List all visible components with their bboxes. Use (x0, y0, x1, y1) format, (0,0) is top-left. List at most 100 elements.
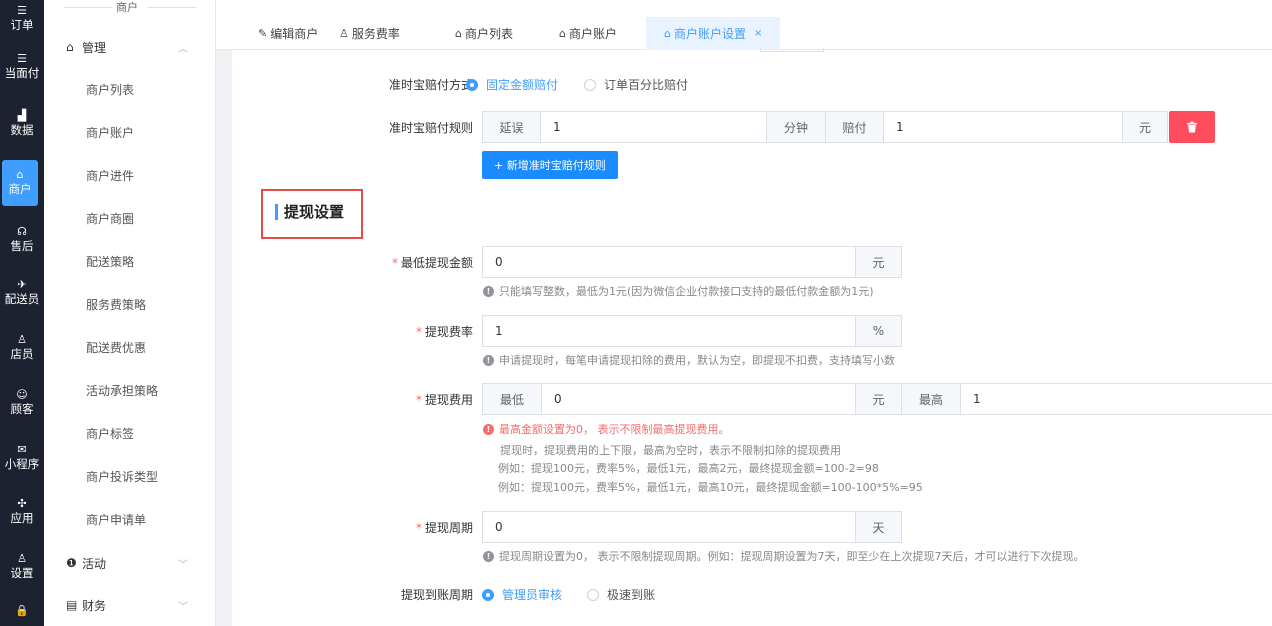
nav-lock[interactable]: 🔒 (0, 596, 44, 626)
menu-group-finance[interactable]: ▤ 财务 ﹀ (44, 585, 216, 625)
arrival-period-label: 提现到账周期 (400, 588, 473, 602)
alert-icon: ! (483, 423, 494, 435)
menu-item-label: 商户标签 (86, 426, 135, 441)
radio-label: 极速到账 (607, 588, 656, 602)
info-icon: ! (483, 354, 494, 366)
menu-item-service-fee-strategy[interactable]: 服务费策略 (44, 289, 216, 319)
delay-input[interactable]: 1 (540, 111, 767, 143)
nav-clerk[interactable]: ♙ 店员 (0, 325, 44, 371)
menu-group-activity[interactable]: ❶ 活动 ﹀ (44, 543, 216, 583)
withdraw-rate-input[interactable]: 1 (482, 315, 856, 347)
fee-max-input[interactable]: 1 (960, 383, 1272, 415)
tab-service-rate[interactable]: ♙ 服务费率 (339, 17, 400, 50)
menu-group-finance-label: 财务 (82, 598, 107, 613)
radio-dot (466, 78, 478, 91)
submenu-header: 商户 (44, 0, 216, 14)
nav-data[interactable]: ▟ 数据 (0, 101, 44, 147)
delay-prefix: 延误 (482, 111, 541, 143)
nav-merchant[interactable]: ⌂ 商户 (2, 160, 38, 206)
nav-apps[interactable]: ✣ 应用 (0, 489, 44, 535)
divider (148, 7, 196, 8)
withdraw-fee-example-2: 例如：提现100元，费率5%，最低1元，最高10元，最终提现金额=100-100… (498, 481, 923, 494)
nav-orders-label: 订单 (10, 18, 34, 32)
fee-min-input[interactable]: 0 (541, 383, 856, 415)
radio-fixed-amount[interactable]: 固定金额赔付 (466, 76, 558, 93)
tab-merchant-list[interactable]: ⌂ 商户列表 (455, 17, 513, 50)
radio-label: 管理员审核 (502, 588, 563, 602)
nav-orders[interactable]: ☰ 订单 (0, 0, 44, 38)
withdraw-fee-label-text: 提现费用 (424, 393, 473, 407)
nav-settings[interactable]: ♙ 设置 (0, 544, 44, 590)
withdraw-period-input[interactable]: 0 (482, 511, 856, 543)
nav-data-label: 数据 (10, 123, 34, 137)
tab-bar: ✎ 编辑商户 ♙ 服务费率 ⌂ 商户列表 ⌂ 商户账户 ⌂ 商户账户设置 × (216, 0, 1272, 50)
menu-item-merchant-district[interactable]: 商户商圈 (44, 203, 216, 233)
delete-rule-button[interactable] (1169, 111, 1215, 143)
radio-dot (482, 588, 494, 601)
tab-merchant-account-settings[interactable]: ⌂ 商户账户设置 × (646, 17, 781, 50)
store-icon: ⌂ (559, 27, 566, 40)
nav-face-pay-label: 当面付 (4, 66, 40, 80)
menu-item-label: 活动承担策略 (86, 383, 159, 398)
min-withdraw-label: * 最低提现金额 (391, 256, 473, 270)
nav-settings-label: 设置 (10, 566, 34, 580)
content-area: 准时宝赔付方式 固定金额赔付 订单百分比赔付 准时宝赔付规则 延误 1 分钟 赔… (216, 48, 1272, 626)
menu-item-label: 商户列表 (86, 82, 135, 97)
withdraw-rate-label: * 提现费率 (415, 325, 473, 339)
menu-item-merchant-account[interactable]: 商户账户 (44, 117, 216, 147)
radio-admin-review[interactable]: 管理员审核 (482, 586, 562, 603)
menu-item-applications[interactable]: 商户申请单 (44, 504, 216, 534)
menu-item-label: 配送费优惠 (86, 340, 147, 355)
radio-instant-arrival[interactable]: 极速到账 (587, 586, 655, 603)
add-compensation-rule-button[interactable]: + 新增准时宝赔付规则 (482, 151, 618, 179)
tab-edit-merchant[interactable]: ✎ 编辑商户 (258, 17, 318, 50)
tab-label: 服务费率 (351, 27, 400, 41)
tab-label: 商户账户 (568, 27, 617, 41)
apps-icon: ✣ (17, 497, 27, 510)
bar-chart-icon: ▟ (17, 109, 27, 122)
menu-item-delivery-strategy[interactable]: 配送策略 (44, 246, 216, 276)
tab-label: 商户列表 (464, 27, 513, 41)
pay-prefix: 赔付 (825, 111, 884, 143)
user-icon: ♙ (339, 27, 349, 40)
compensation-rule-label: 准时宝赔付规则 (388, 121, 473, 135)
nav-after-sales-label: 售后 (10, 239, 34, 253)
tab-merchant-account[interactable]: ⌂ 商户账户 (559, 17, 617, 50)
nav-after-sales[interactable]: ☊ 售后 (0, 217, 44, 263)
list-icon: ☰ (17, 4, 27, 17)
min-withdraw-input[interactable]: 0 (482, 246, 856, 278)
divider (64, 7, 112, 8)
pay-input[interactable]: 1 (883, 111, 1123, 143)
nav-face-pay[interactable]: ☰ 当面付 (0, 44, 44, 90)
menu-item-merchant-tags[interactable]: 商户标签 (44, 418, 216, 448)
radio-dot (584, 78, 596, 91)
nav-courier[interactable]: ✈ 配送员 (0, 270, 44, 316)
chevron-down-icon: ﹀ (178, 559, 188, 571)
withdraw-rate-label-text: 提现费率 (424, 325, 473, 339)
delivery-icon: ✈ (17, 278, 27, 291)
secondary-menu: 商户 ⌂ 管理 ︿ 商户列表 商户账户 商户进件 商户商圈 配送策略 服务费策略… (44, 0, 216, 626)
close-icon[interactable]: × (754, 28, 762, 39)
menu-item-activity-cost[interactable]: 活动承担策略 (44, 375, 216, 405)
nav-courier-label: 配送员 (4, 292, 40, 306)
fee-min-prefix: 最低 (482, 383, 542, 415)
headset-icon: ☊ (17, 225, 27, 238)
menu-group-manage[interactable]: ⌂ 管理 ︿ (44, 27, 216, 67)
radio-order-percentage[interactable]: 订单百分比赔付 (584, 76, 688, 93)
menu-item-merchant-onboarding[interactable]: 商户进件 (44, 160, 216, 190)
pay-unit: 元 (1122, 111, 1168, 143)
nav-miniprogram[interactable]: ✉ 小程序 (0, 435, 44, 481)
info-icon: ! (483, 285, 494, 297)
list-icon: ☰ (17, 52, 27, 65)
menu-item-merchant-list[interactable]: 商户列表 (44, 74, 216, 104)
withdraw-fee-note: 提现时，提现费用的上下限，最高为空时，表示不限制扣除的提现费用 (500, 444, 841, 457)
nav-customer[interactable]: ☺ 顾客 (0, 380, 44, 426)
menu-item-complaint-types[interactable]: 商户投诉类型 (44, 461, 216, 491)
nav-merchant-label: 商户 (8, 182, 32, 196)
hint-text: 提现周期设置为0， 表示不限制提现周期。例如：提现周期设置为7天，即至少在上次提… (499, 550, 1085, 563)
nav-clerk-label: 店员 (10, 347, 34, 361)
menu-item-delivery-discount[interactable]: 配送费优惠 (44, 332, 216, 362)
hint-text: 只能填写整数，最低为1元(因为微信企业付款接口支持的最低付款金额为1元) (499, 285, 874, 298)
delay-unit: 分钟 (766, 111, 826, 143)
chat-icon: ✉ (17, 443, 27, 456)
